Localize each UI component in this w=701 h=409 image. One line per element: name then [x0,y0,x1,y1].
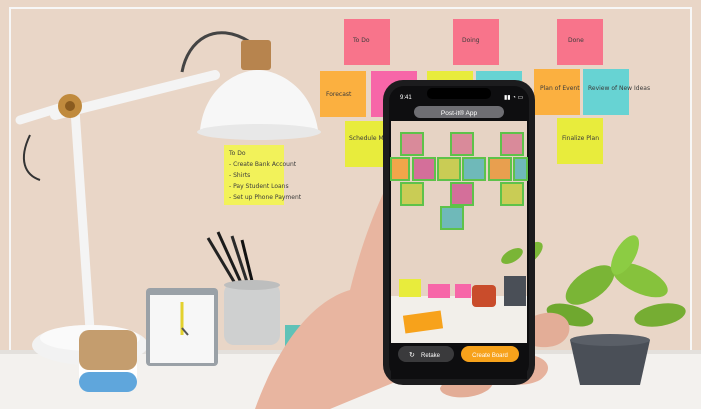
detected-note [513,157,528,181]
detected-note [500,182,524,206]
lamp-note-line: - Pay Student Loans [229,183,289,190]
detected-note [462,157,486,181]
sticky-note-text: Finalize Plan [562,135,599,142]
camera-pot [504,276,526,306]
phone: 9:41 ▮▮ ◔ ▭ Post-it® App ↻ Retake Create… [383,80,535,385]
detected-note [400,182,424,206]
sticky-note [427,71,473,81]
sticky-note-text: Forecast [326,91,352,98]
wall-notes-top-row: To Do Doing Done [344,19,603,65]
sticky-note-text: Review of New Ideas [588,85,650,92]
status-time: 9:41 [400,95,412,101]
create-board-label: Create Board [472,353,508,359]
camera-cup [472,285,496,307]
lamp-note-line: - Create Bank Account [229,161,297,168]
sticky-note [476,71,522,81]
jar [79,330,137,392]
detected-note [450,132,474,156]
desk-clock [146,288,218,366]
app-title: Post-it® App [441,109,478,117]
detected-note [440,206,464,230]
sticky-note-text: Plan of Event [540,85,580,92]
camera-note [428,284,450,298]
sticky-note-text: Doing [462,37,480,44]
detected-note [450,182,474,206]
sticky-note-text: Done [568,37,584,44]
detected-note [400,132,424,156]
detected-note [412,157,436,181]
camera-note [399,279,421,297]
create-board-button[interactable]: Create Board [461,346,519,362]
lamp-note-line: - Shirts [229,172,250,179]
retake-button[interactable]: ↻ Retake [398,346,454,362]
refresh-icon: ↻ [409,352,415,359]
lamp-note-line: To Do [228,150,246,157]
retake-label: Retake [421,353,441,359]
detected-note [488,157,512,181]
sticky-note [583,69,629,115]
status-indicators-icon: ▮▮ ◔ ▭ [504,95,524,101]
sticky-note-text: To Do [352,37,370,44]
camera-note [455,284,471,298]
scene: To Do Doing Done Forecast Plan of Event … [0,0,701,409]
lamp-note-line: - Set up Phone Payment [229,194,302,201]
detected-note [500,132,524,156]
detected-note [437,157,461,181]
detected-note [390,157,410,181]
sticky-note [534,69,580,115]
